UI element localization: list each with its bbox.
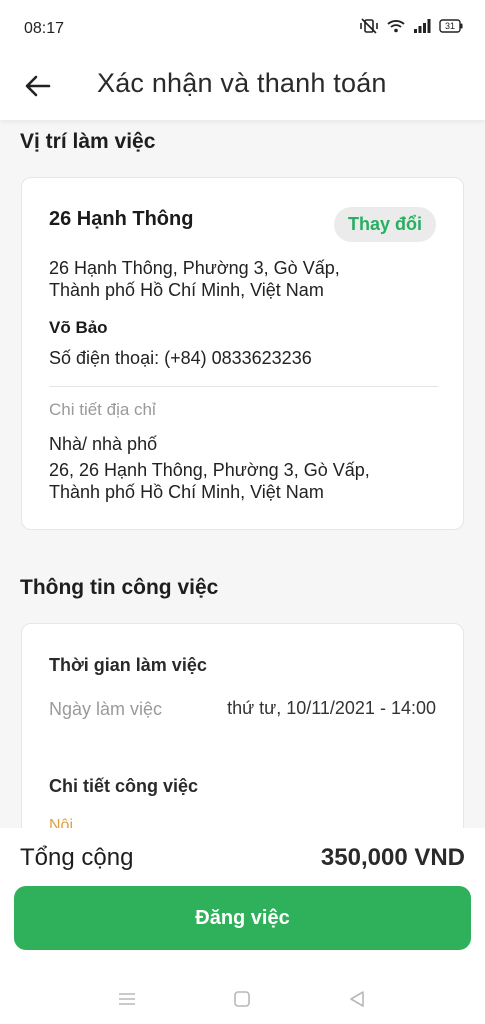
- content-scroll[interactable]: Vị trí làm việc 26 Hạnh Thông Thay đổi 2…: [0, 120, 485, 828]
- address-detail-label: Chi tiết địa chỉ: [49, 400, 156, 419]
- square-icon: [234, 991, 250, 1007]
- change-address-button[interactable]: Thay đổi: [333, 207, 436, 242]
- address-line-2: Thành phố Hồ Chí Minh, Việt Nam: [49, 280, 324, 300]
- arrow-left-icon: [25, 75, 51, 97]
- card-divider: [49, 386, 438, 387]
- home-nav-button[interactable]: [229, 986, 255, 1012]
- mute-vibrate-icon: [359, 18, 379, 34]
- total-value: 350,000 VND: [320, 844, 465, 871]
- job-section-title: Thông tin công việc: [20, 576, 219, 599]
- menu-nav-button[interactable]: [114, 986, 140, 1012]
- work-time-title: Thời gian làm việc: [49, 655, 207, 675]
- work-date-label: Ngày làm việc: [49, 699, 163, 719]
- post-job-button[interactable]: Đăng việc: [14, 886, 471, 950]
- status-time: 08:17: [24, 20, 65, 37]
- status-bar: 08:17 31: [0, 0, 485, 56]
- back-button[interactable]: [20, 68, 56, 104]
- system-nav-bar: [0, 974, 485, 1024]
- status-icons: 31: [359, 18, 463, 34]
- back-nav-button[interactable]: [344, 986, 370, 1012]
- phone-number: Số điện thoại: (+84) 0833623236: [49, 348, 312, 368]
- wifi-icon: [387, 19, 405, 33]
- location-card: 26 Hạnh Thông Thay đổi 26 Hạnh Thông, Ph…: [21, 177, 464, 530]
- job-card: Thời gian làm việc Ngày làm việc thứ tư,…: [21, 623, 464, 828]
- app-bar: Xác nhận và thanh toán: [0, 56, 485, 120]
- detail-line-2: Thành phố Hồ Chí Minh, Việt Nam: [49, 482, 324, 502]
- contact-name: Võ Bảo: [49, 318, 108, 337]
- address-name: 26 Hạnh Thông: [49, 208, 194, 230]
- signal-icon: [413, 19, 431, 33]
- work-date-value: thứ tư, 10/11/2021 - 14:00: [227, 698, 436, 718]
- location-section-title: Vị trí làm việc: [20, 130, 156, 153]
- battery-icon: 31: [439, 19, 463, 33]
- battery-level: 31: [444, 21, 455, 31]
- detail-line-1: 26, 26 Hạnh Thông, Phường 3, Gò Vấp,: [49, 460, 370, 480]
- address-line-1: 26 Hạnh Thông, Phường 3, Gò Vấp,: [49, 258, 340, 278]
- job-detail-title: Chi tiết công việc: [49, 776, 199, 796]
- total-label: Tổng cộng: [20, 844, 134, 871]
- house-type: Nhà/ nhà phố: [49, 434, 158, 454]
- bottom-bar: Tổng cộng 350,000 VND Đăng việc: [0, 828, 485, 1024]
- page-title: Xác nhận và thanh toán: [97, 68, 387, 98]
- job-detail-partial: Nội: [49, 817, 74, 828]
- triangle-back-icon: [350, 991, 364, 1007]
- menu-icon: [119, 993, 135, 1005]
